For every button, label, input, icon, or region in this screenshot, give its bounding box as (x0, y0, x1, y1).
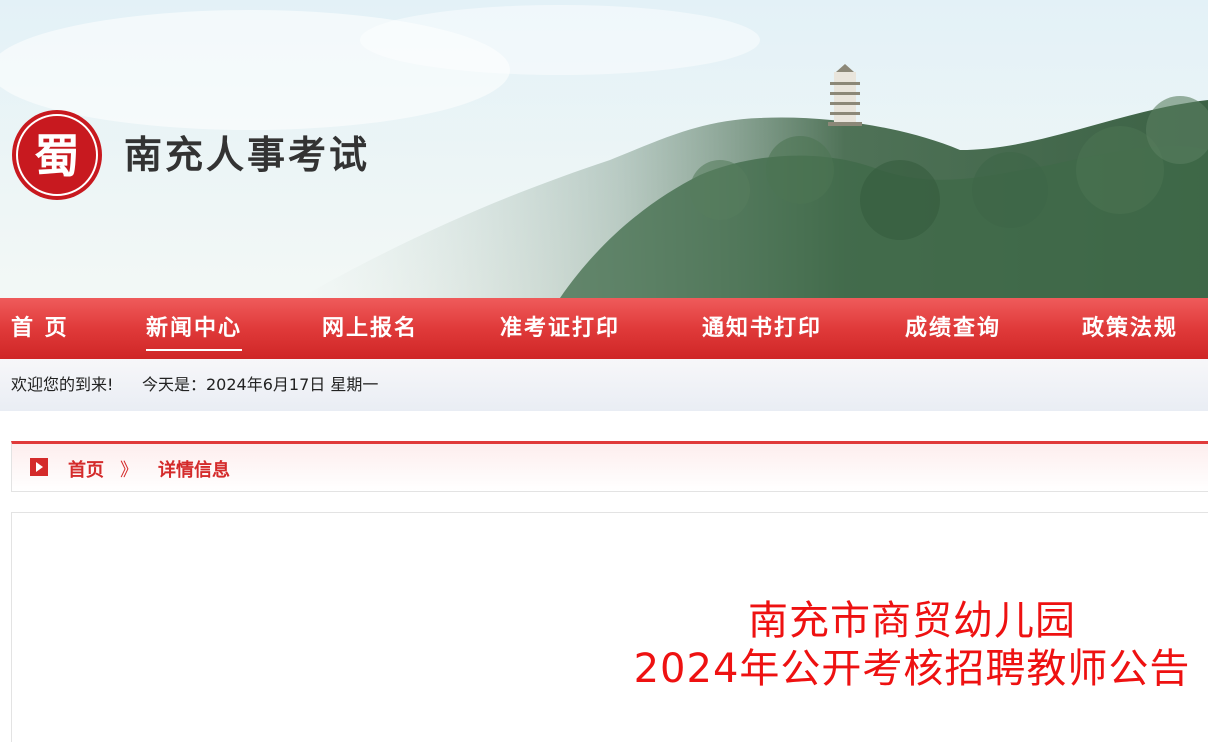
nav-item-online-registration[interactable]: 网上报名 (322, 298, 418, 359)
breadcrumb-separator: 》 (120, 460, 138, 481)
breadcrumb: 首页 》 详情信息 (11, 441, 1208, 492)
nav-item-news-center[interactable]: 新闻中心 (146, 298, 243, 359)
current-date: 今天是：2024年6月17日 星期一 (142, 375, 379, 394)
article-title-line2: 2024年公开考核招聘教师公告 (633, 646, 1191, 692)
article-title-line1: 南充市商贸幼儿园 (748, 598, 1076, 644)
site-logo-seal[interactable]: 蜀 (10, 108, 104, 202)
header-banner: 蜀 南充人事考试 (0, 0, 1208, 298)
nav-item-score-query[interactable]: 成绩查询 (905, 298, 1001, 359)
welcome-bar: 欢迎您的到来! 今天是：2024年6月17日 星期一 (0, 359, 1208, 411)
logo-glyph: 蜀 (34, 129, 80, 183)
nav-item-home[interactable]: 首 页 (11, 298, 69, 359)
play-arrow-icon (30, 458, 48, 476)
site-name: 南充人事考试 (124, 133, 371, 177)
nav-item-policies[interactable]: 政策法规 (1082, 298, 1178, 359)
breadcrumb-current: 详情信息 (158, 460, 230, 481)
nav-item-admission-ticket-print[interactable]: 准考证打印 (500, 298, 620, 359)
breadcrumb-home-link[interactable]: 首页 (68, 444, 104, 498)
welcome-greeting: 欢迎您的到来! (11, 375, 114, 394)
article-container: 南充市商贸幼儿园 2024年公开考核招聘教师公告 (11, 512, 1208, 742)
article-title: 南充市商贸幼儿园 2024年公开考核招聘教师公告 (612, 597, 1208, 693)
nav-item-notice-print[interactable]: 通知书打印 (702, 298, 822, 359)
main-nav: 首 页 新闻中心 网上报名 准考证打印 通知书打印 成绩查询 政策法规 (0, 298, 1208, 359)
